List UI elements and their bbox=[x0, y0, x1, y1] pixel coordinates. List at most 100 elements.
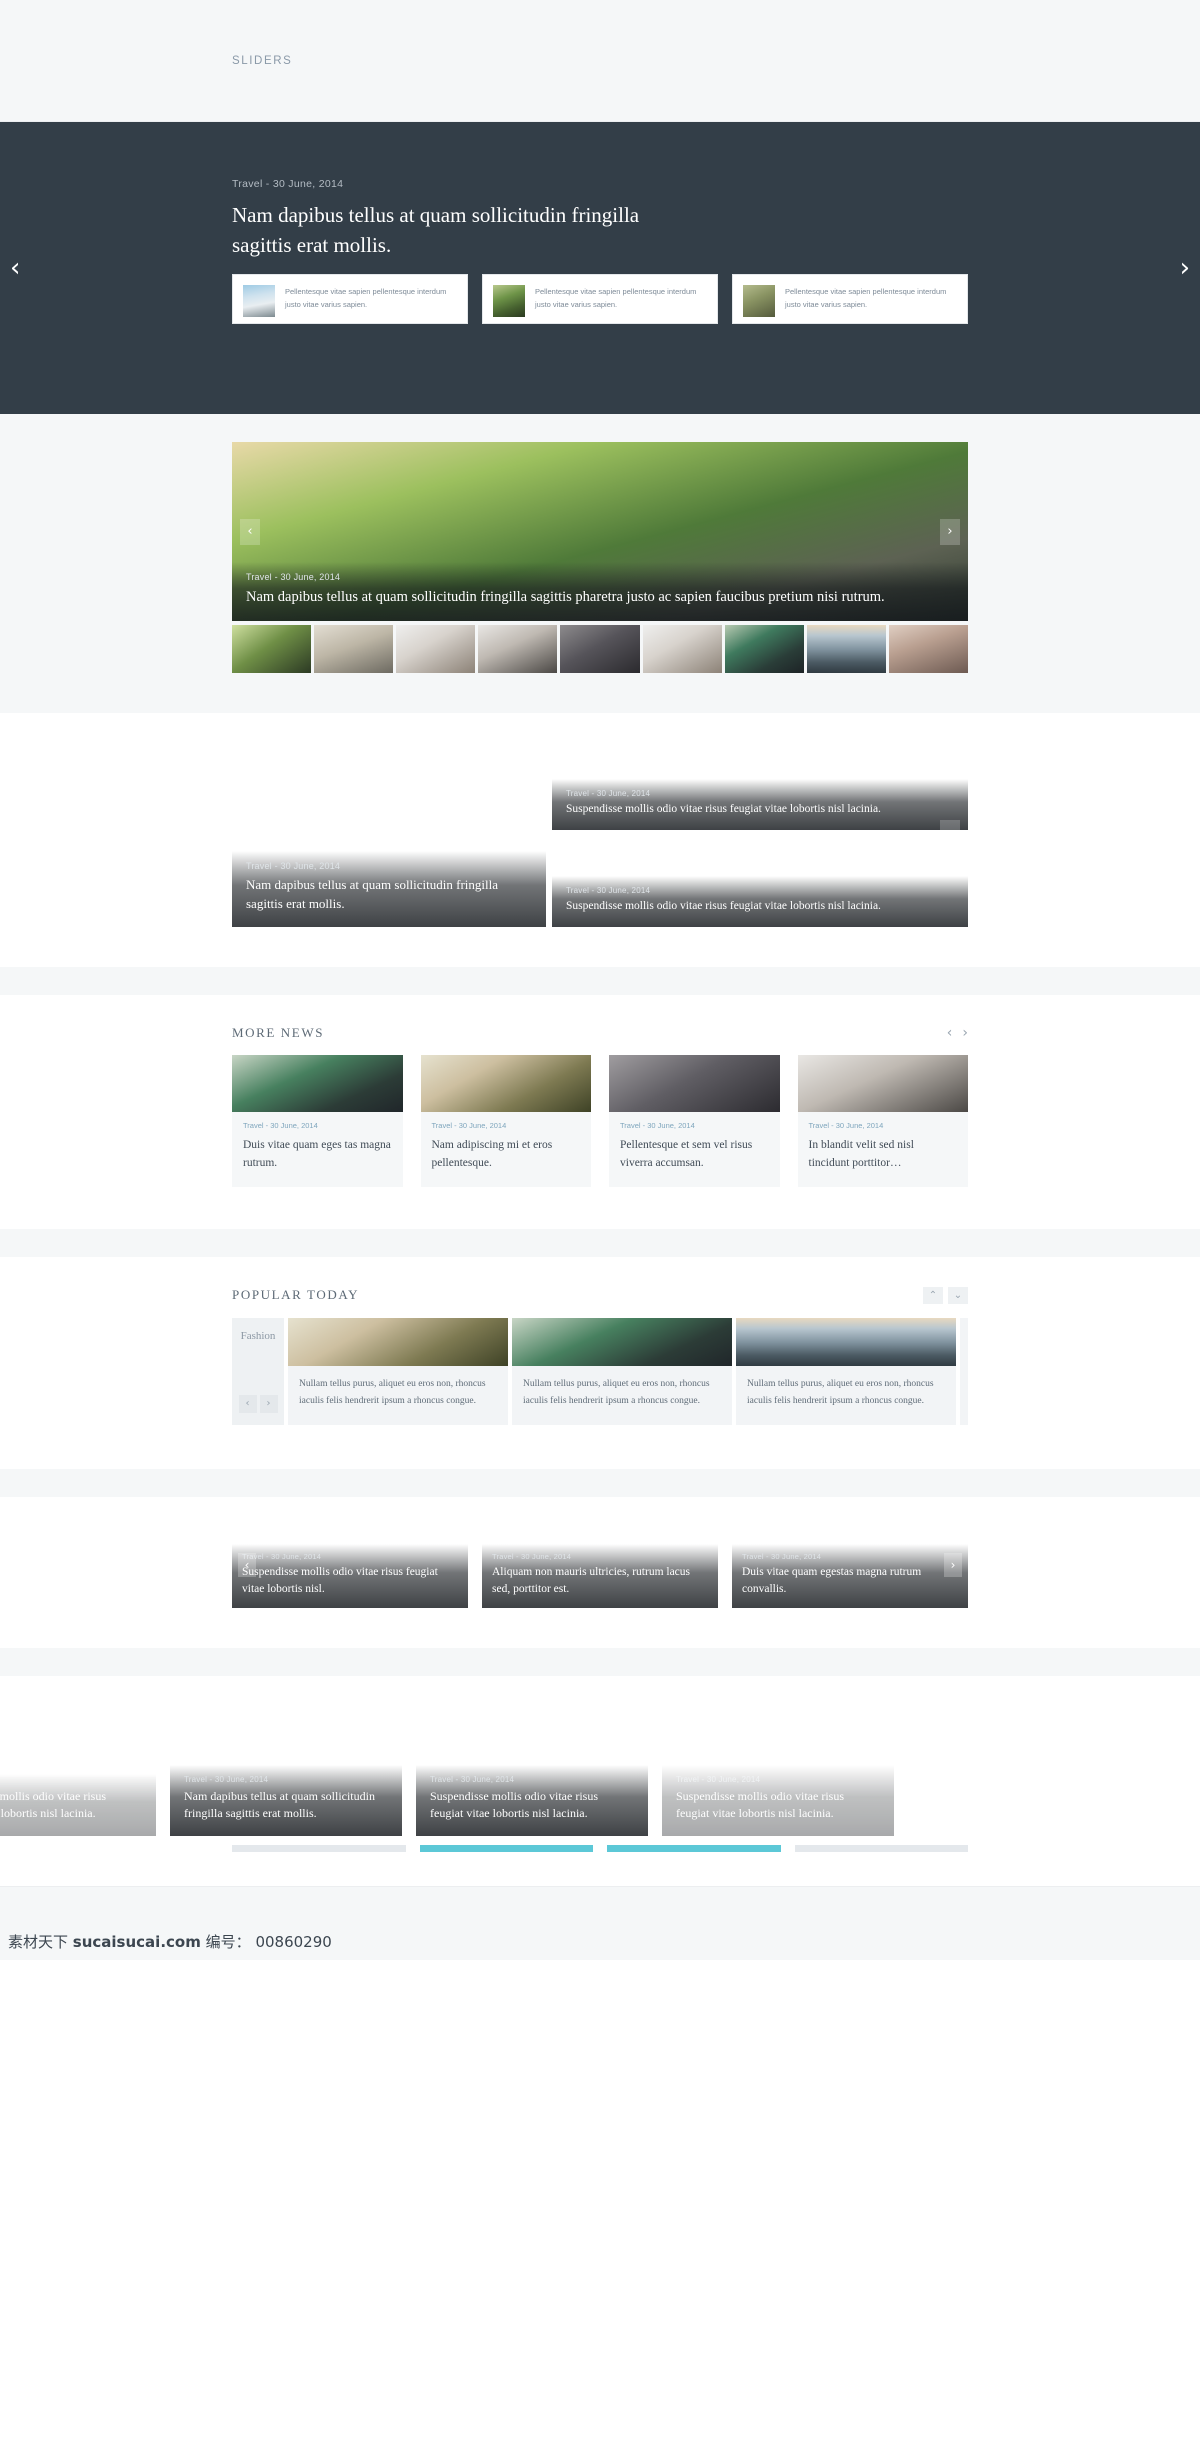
hero-kicker: Travel - 30 June, 2014 bbox=[232, 178, 344, 190]
mosaic-side-card[interactable]: Travel - 30 June, 2014 Suspendisse molli… bbox=[552, 739, 968, 830]
news-card-title[interactable]: In blandit velit sed nisl tincidunt port… bbox=[809, 1137, 958, 1173]
popular-next-icon[interactable]: › bbox=[259, 1394, 278, 1413]
thumbnail-item[interactable] bbox=[314, 625, 394, 673]
trio-card-title[interactable]: Duis vitae quam egestas magna rutrum con… bbox=[742, 1564, 958, 1597]
hero-card-text: Pellentesque vitae sapien pellentesque i… bbox=[535, 287, 697, 310]
bleed-card-caption: Travel - 30 June, 2014 Nam dapibus tellu… bbox=[170, 1764, 402, 1836]
popular-today-section: POPULAR TODAY ⌃ ⌄ Fashion ‹ › Nullam tel… bbox=[0, 1256, 1200, 1469]
hero-slider: ‹ › Travel - 30 June, 2014 Nam dapibus t… bbox=[0, 122, 1200, 414]
progress-segment[interactable] bbox=[419, 1844, 593, 1852]
page-root: SLIDERS ‹ › Travel - 30 June, 2014 Nam d… bbox=[0, 0, 1200, 1960]
popular-card-text: Nullam tellus purus, aliquet eu eros non… bbox=[299, 1378, 486, 1407]
popular-card[interactable]: Nullam tellus purus, aliquet eu eros non… bbox=[736, 1317, 956, 1425]
trio-row: ‹ › Travel - 30 June, 2014 Suspendisse m… bbox=[232, 1523, 968, 1608]
thumbnail-item[interactable] bbox=[642, 625, 722, 673]
section-divider bbox=[0, 1647, 1200, 1676]
mosaic-side-caption: Travel - 30 June, 2014 Suspendisse molli… bbox=[552, 778, 968, 830]
trio-card-caption: Travel - 30 June, 2014 Duis vitae quam e… bbox=[732, 1544, 968, 1608]
hero-card-text: Pellentesque vitae sapien pellentesque i… bbox=[785, 287, 947, 310]
hero-card[interactable]: Pellentesque vitae sapien pellentesque i… bbox=[482, 274, 718, 324]
hero-card[interactable]: Pellentesque vitae sapien pellentesque i… bbox=[232, 274, 468, 324]
hero-card-thumbnail bbox=[493, 285, 525, 317]
bleed-card[interactable]: Travel - 30 June, 2014 Suspendisse molli… bbox=[416, 1706, 648, 1836]
bleed-card[interactable]: Travel - 30 June, 2014 Suspendisse molli… bbox=[662, 1706, 894, 1836]
thumbnail-item[interactable] bbox=[560, 625, 640, 673]
thumbnail-item[interactable] bbox=[478, 625, 558, 673]
slider-two-meta: Travel - 30 June, 2014 bbox=[246, 571, 341, 582]
more-news-next-icon[interactable]: › bbox=[962, 1025, 968, 1041]
thumbnail-item[interactable] bbox=[724, 625, 804, 673]
bleed-card-caption: Travel - 30 June, 2014 Suspendisse molli… bbox=[662, 1764, 894, 1836]
slider-two-stage[interactable]: ‹ › Travel - 30 June, 2014 Nam dapibus t… bbox=[232, 442, 968, 621]
progress-segment[interactable] bbox=[607, 1844, 781, 1852]
more-news-section: MORE NEWS ‹ › Travel - 30 June, 2014 Dui… bbox=[0, 995, 1200, 1229]
mosaic-side-title[interactable]: Suspendisse mollis odio vitae risus feug… bbox=[566, 801, 954, 817]
news-card[interactable]: Travel - 30 June, 2014 Pellentesque et s… bbox=[609, 1055, 780, 1187]
slider-two-thumbstrip bbox=[232, 625, 968, 673]
chevron-down-icon[interactable]: ⌄ bbox=[948, 1286, 968, 1304]
news-card-meta: Travel - 30 June, 2014 bbox=[243, 1121, 318, 1130]
bleed-card-title[interactable]: Nam dapibus tellus at quam sollicitudin … bbox=[184, 1788, 388, 1823]
mosaic-side-title[interactable]: Suspendisse mollis odio vitae risus feug… bbox=[566, 898, 954, 914]
slider-two-next-button[interactable]: › bbox=[940, 518, 960, 545]
carousel-progress[interactable] bbox=[232, 1844, 968, 1852]
hero-card-text: Pellentesque vitae sapien pellentesque i… bbox=[285, 287, 447, 310]
watermark-site: sucaisucai.com bbox=[72, 1932, 201, 1951]
news-card-title[interactable]: Nam adipiscing mi et eros pellentesque. bbox=[432, 1137, 581, 1173]
trio-prev-button[interactable]: ‹ bbox=[238, 1553, 256, 1578]
thumbnail-item[interactable] bbox=[232, 625, 312, 673]
mosaic-main-meta: Travel - 30 June, 2014 bbox=[246, 861, 341, 872]
progress-segment[interactable] bbox=[232, 1844, 406, 1852]
bleed-carousel-track[interactable]: Suspendisse mollis odio vitae risus feug… bbox=[0, 1706, 1200, 1836]
hero-next-icon[interactable]: › bbox=[1180, 255, 1190, 281]
bleed-card-title[interactable]: Suspendisse mollis odio vitae risus feug… bbox=[676, 1788, 880, 1823]
trio-card-meta: Travel - 30 June, 2014 bbox=[492, 1552, 572, 1562]
chevron-up-icon[interactable]: ⌃ bbox=[923, 1286, 943, 1304]
news-card[interactable]: Travel - 30 June, 2014 Nam adipiscing mi… bbox=[420, 1055, 591, 1187]
hero-prev-icon[interactable]: ‹ bbox=[10, 255, 20, 281]
bleed-card[interactable]: Travel - 30 June, 2014 Nam dapibus tellu… bbox=[170, 1706, 402, 1836]
mosaic-next-button[interactable]: › bbox=[940, 820, 960, 846]
thumbnail-item[interactable] bbox=[806, 625, 886, 673]
trio-card[interactable]: Travel - 30 June, 2014 Duis vitae quam e… bbox=[732, 1523, 968, 1608]
slider-two-title[interactable]: Nam dapibus tellus at quam sollicitudin … bbox=[246, 587, 954, 608]
progress-segment[interactable] bbox=[794, 1844, 968, 1852]
popular-prev-icon[interactable]: ‹ bbox=[238, 1394, 257, 1413]
hero-card[interactable]: Pellentesque vitae sapien pellentesque i… bbox=[732, 274, 968, 324]
bleed-card-title[interactable]: Suspendisse mollis odio vitae risus feug… bbox=[430, 1788, 634, 1823]
bleed-card[interactable]: Suspendisse mollis odio vitae risus feug… bbox=[0, 1706, 156, 1836]
trio-card-title[interactable]: Aliquam non mauris ultricies, rutrum lac… bbox=[492, 1564, 708, 1597]
news-card[interactable]: Travel - 30 June, 2014 Duis vitae quam e… bbox=[232, 1055, 403, 1187]
mosaic-main-title[interactable]: Nam dapibus tellus at quam sollicitudin … bbox=[246, 876, 532, 914]
popular-card[interactable]: Nullam tellus purus, aliquet eu eros non… bbox=[288, 1317, 508, 1425]
more-news-title: MORE NEWS bbox=[232, 1025, 325, 1040]
mosaic-side-meta: Travel - 30 June, 2014 bbox=[566, 788, 651, 798]
news-card-title[interactable]: Duis vitae quam eges tas magna rutrum. bbox=[243, 1137, 392, 1173]
thumbnail-item[interactable] bbox=[888, 625, 968, 673]
news-card-title[interactable]: Pellentesque et sem vel risus viverra ac… bbox=[620, 1137, 769, 1173]
news-card-meta: Travel - 30 June, 2014 bbox=[808, 1121, 884, 1130]
hero-title[interactable]: Nam dapibus tellus at quam sollicitudin … bbox=[232, 200, 662, 261]
trio-card[interactable]: Travel - 30 June, 2014 Suspendisse molli… bbox=[232, 1523, 468, 1608]
popular-today-side-nav: ‹ › bbox=[232, 1394, 284, 1413]
news-card-image bbox=[609, 1055, 780, 1112]
trio-next-button[interactable]: › bbox=[944, 1553, 962, 1578]
trio-card[interactable]: Travel - 30 June, 2014 Aliquam non mauri… bbox=[482, 1523, 718, 1608]
popular-card[interactable]: Nullam tellus purus, aliquet eu eros non… bbox=[512, 1317, 732, 1425]
trio-card-caption: Travel - 30 June, 2014 Aliquam non mauri… bbox=[482, 1544, 718, 1608]
bleed-card-title[interactable]: Suspendisse mollis odio vitae risus feug… bbox=[0, 1788, 142, 1823]
thumbnail-item[interactable] bbox=[396, 625, 476, 673]
popular-card-image bbox=[512, 1317, 732, 1366]
mosaic-main-card[interactable]: Travel - 30 June, 2014 Nam dapibus tellu… bbox=[232, 739, 546, 927]
slider-two-prev-button[interactable]: ‹ bbox=[240, 518, 260, 545]
mosaic-prev-button[interactable]: ‹ bbox=[240, 820, 260, 846]
popular-today-sidebar: Fashion ‹ › bbox=[232, 1317, 284, 1425]
watermark-cn-prefix: 素材天下 bbox=[8, 1932, 69, 1951]
news-card[interactable]: Travel - 30 June, 2014 In blandit velit … bbox=[797, 1055, 968, 1187]
mosaic-side-card[interactable]: Travel - 30 June, 2014 Suspendisse molli… bbox=[552, 836, 968, 927]
trio-card-title[interactable]: Suspendisse mollis odio vitae risus feug… bbox=[242, 1564, 458, 1597]
slider-two-caption: Travel - 30 June, 2014 Nam dapibus tellu… bbox=[232, 561, 968, 621]
popular-card-peek[interactable] bbox=[960, 1317, 968, 1425]
breadcrumb: SLIDERS bbox=[232, 54, 293, 67]
more-news-prev-icon[interactable]: ‹ bbox=[947, 1025, 953, 1041]
